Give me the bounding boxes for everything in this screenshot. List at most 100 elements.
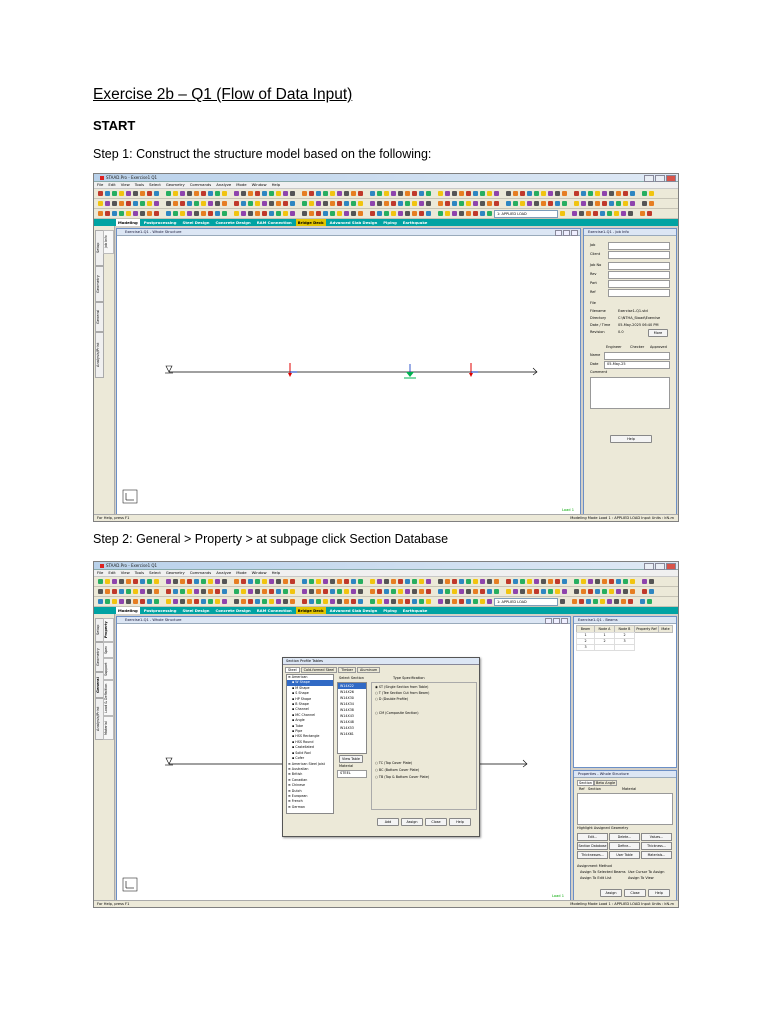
load-case-select[interactable]: 1: APPLIED LOAD xyxy=(494,598,558,606)
close-button[interactable] xyxy=(666,563,676,570)
toolbar-tool-icon[interactable] xyxy=(166,191,171,196)
toolbar-tool-icon[interactable] xyxy=(309,191,314,196)
toolbar-tool-icon[interactable] xyxy=(480,191,485,196)
toolbar-tool-icon[interactable] xyxy=(140,589,145,594)
toolbar-tool-icon[interactable] xyxy=(194,201,199,206)
toolbar-tool-icon[interactable] xyxy=(215,211,220,216)
toolbar-tool-icon[interactable] xyxy=(560,211,565,216)
toolbar-tool-icon[interactable] xyxy=(487,201,492,206)
toolbar-tool-icon[interactable] xyxy=(173,191,178,196)
toolbar-tool-icon[interactable] xyxy=(370,599,375,604)
toolbar-tool-icon[interactable] xyxy=(283,201,288,206)
help-dialog-button[interactable]: Help xyxy=(449,818,471,826)
toolbar-tool-icon[interactable] xyxy=(398,211,403,216)
toolbar-tool-icon[interactable] xyxy=(147,579,152,584)
props-tab-beta-angle[interactable]: Beta Angle xyxy=(594,780,618,786)
toolbar-tool-icon[interactable] xyxy=(255,201,260,206)
toolbar-tool-icon[interactable] xyxy=(283,191,288,196)
toolbar-tool-icon[interactable] xyxy=(241,201,246,206)
sub-tab-support[interactable]: Support xyxy=(103,658,114,680)
toolbar-tool-icon[interactable] xyxy=(593,211,598,216)
toolbar-tool-icon[interactable] xyxy=(459,211,464,216)
job-field[interactable] xyxy=(608,242,670,250)
toolbar-tool-icon[interactable] xyxy=(560,599,565,604)
toolbar-tool-icon[interactable] xyxy=(548,579,553,584)
toolbar-tool-icon[interactable] xyxy=(534,589,539,594)
toolbar-tool-icon[interactable] xyxy=(234,589,239,594)
toolbar-tool-icon[interactable] xyxy=(269,211,274,216)
toolbar-tool-icon[interactable] xyxy=(616,579,621,584)
toolbar-tool-icon[interactable] xyxy=(600,211,605,216)
toolbar-tool-icon[interactable] xyxy=(445,599,450,604)
toolbar-tool-icon[interactable] xyxy=(119,211,124,216)
tab-bridge-deck[interactable]: Bridge Deck xyxy=(295,607,326,614)
toolbar-tool-icon[interactable] xyxy=(473,589,478,594)
toolbar-tool-icon[interactable] xyxy=(487,579,492,584)
toolbar-tool-icon[interactable] xyxy=(133,191,138,196)
tab-modeling[interactable]: Modeling xyxy=(116,219,140,226)
toolbar-tool-icon[interactable] xyxy=(269,191,274,196)
toolbar-tool-icon[interactable] xyxy=(337,191,342,196)
toolbar-tool-icon[interactable] xyxy=(548,589,553,594)
material-checkbox[interactable]: Material xyxy=(339,764,353,768)
toolbar-tool-icon[interactable] xyxy=(377,211,382,216)
toolbar-tool-icon[interactable] xyxy=(187,579,192,584)
toolbar-tool-icon[interactable] xyxy=(506,191,511,196)
toolbar-tool-icon[interactable] xyxy=(344,579,349,584)
section-tree[interactable]: ⊕ American ▪ W Shape ▪ M Shape ▪ S Shape… xyxy=(286,674,334,814)
toolbar-tool-icon[interactable] xyxy=(419,589,424,594)
toolbar-tool-icon[interactable] xyxy=(262,191,267,196)
toolbar-tool-icon[interactable] xyxy=(140,579,145,584)
menu-help[interactable]: Help xyxy=(272,182,281,188)
toolbar-tool-icon[interactable] xyxy=(459,599,464,604)
toolbar-tool-icon[interactable] xyxy=(241,211,246,216)
grid-cell[interactable]: 3 xyxy=(576,644,595,651)
toolbar-tool-icon[interactable] xyxy=(614,211,619,216)
toolbar-tool-icon[interactable] xyxy=(180,579,185,584)
toolbar-tool-icon[interactable] xyxy=(513,589,518,594)
toolbar-tool-icon[interactable] xyxy=(513,201,518,206)
toolbar-tool-icon[interactable] xyxy=(316,599,321,604)
toolbar-tool-icon[interactable] xyxy=(290,579,295,584)
type-option-radio[interactable]: ○ TB (Top & Bottom Cover Plate) xyxy=(375,775,429,779)
toolbar-tool-icon[interactable] xyxy=(426,211,431,216)
toolbar-tool-icon[interactable] xyxy=(173,599,178,604)
toolbar-tool-icon[interactable] xyxy=(166,201,171,206)
menu-file[interactable]: File xyxy=(97,182,103,188)
toolbar-tool-icon[interactable] xyxy=(358,589,363,594)
dialog-tab-cold-formed[interactable]: Cold-formed Steel xyxy=(300,667,338,673)
tab-ram-connection[interactable]: RAM Connection xyxy=(255,219,294,226)
dialog-tab-steel[interactable]: Steel xyxy=(285,667,300,673)
toolbar-tool-icon[interactable] xyxy=(112,589,117,594)
toolbar-tool-icon[interactable] xyxy=(630,589,635,594)
toolbar-tool-icon[interactable] xyxy=(255,599,260,604)
toolbar-tool-icon[interactable] xyxy=(595,589,600,594)
name-field[interactable] xyxy=(604,352,670,360)
tab-concrete-design[interactable]: Concrete Design xyxy=(214,219,253,226)
props-action-button[interactable]: Values... xyxy=(641,833,672,841)
toolbar-tool-icon[interactable] xyxy=(555,201,560,206)
toolbar-tool-icon[interactable] xyxy=(194,579,199,584)
toolbar-tool-icon[interactable] xyxy=(309,599,314,604)
material-select[interactable]: STEEL xyxy=(337,770,367,778)
toolbar-tool-icon[interactable] xyxy=(166,211,171,216)
structure-canvas[interactable] xyxy=(117,236,578,514)
toolbar-tool-icon[interactable] xyxy=(154,589,159,594)
toolbar-tool-icon[interactable] xyxy=(520,589,525,594)
toolbar-tool-icon[interactable] xyxy=(119,589,124,594)
toolbar-tool-icon[interactable] xyxy=(309,201,314,206)
toolbar-tool-icon[interactable] xyxy=(520,579,525,584)
toolbar-tool-icon[interactable] xyxy=(241,599,246,604)
toolbar-tool-icon[interactable] xyxy=(649,191,654,196)
toolbar-tool-icon[interactable] xyxy=(412,589,417,594)
toolbar-tool-icon[interactable] xyxy=(351,579,356,584)
toolbar-tool-icon[interactable] xyxy=(276,211,281,216)
menu-window[interactable]: Window xyxy=(252,182,267,188)
toolbar-tool-icon[interactable] xyxy=(283,599,288,604)
toolbar-tool-icon[interactable] xyxy=(391,191,396,196)
toolbar-tool-icon[interactable] xyxy=(452,211,457,216)
toolbar-tool-icon[interactable] xyxy=(351,211,356,216)
toolbar-tool-icon[interactable] xyxy=(194,589,199,594)
menu-tools[interactable]: Tools xyxy=(135,570,144,576)
toolbar-tool-icon[interactable] xyxy=(649,201,654,206)
